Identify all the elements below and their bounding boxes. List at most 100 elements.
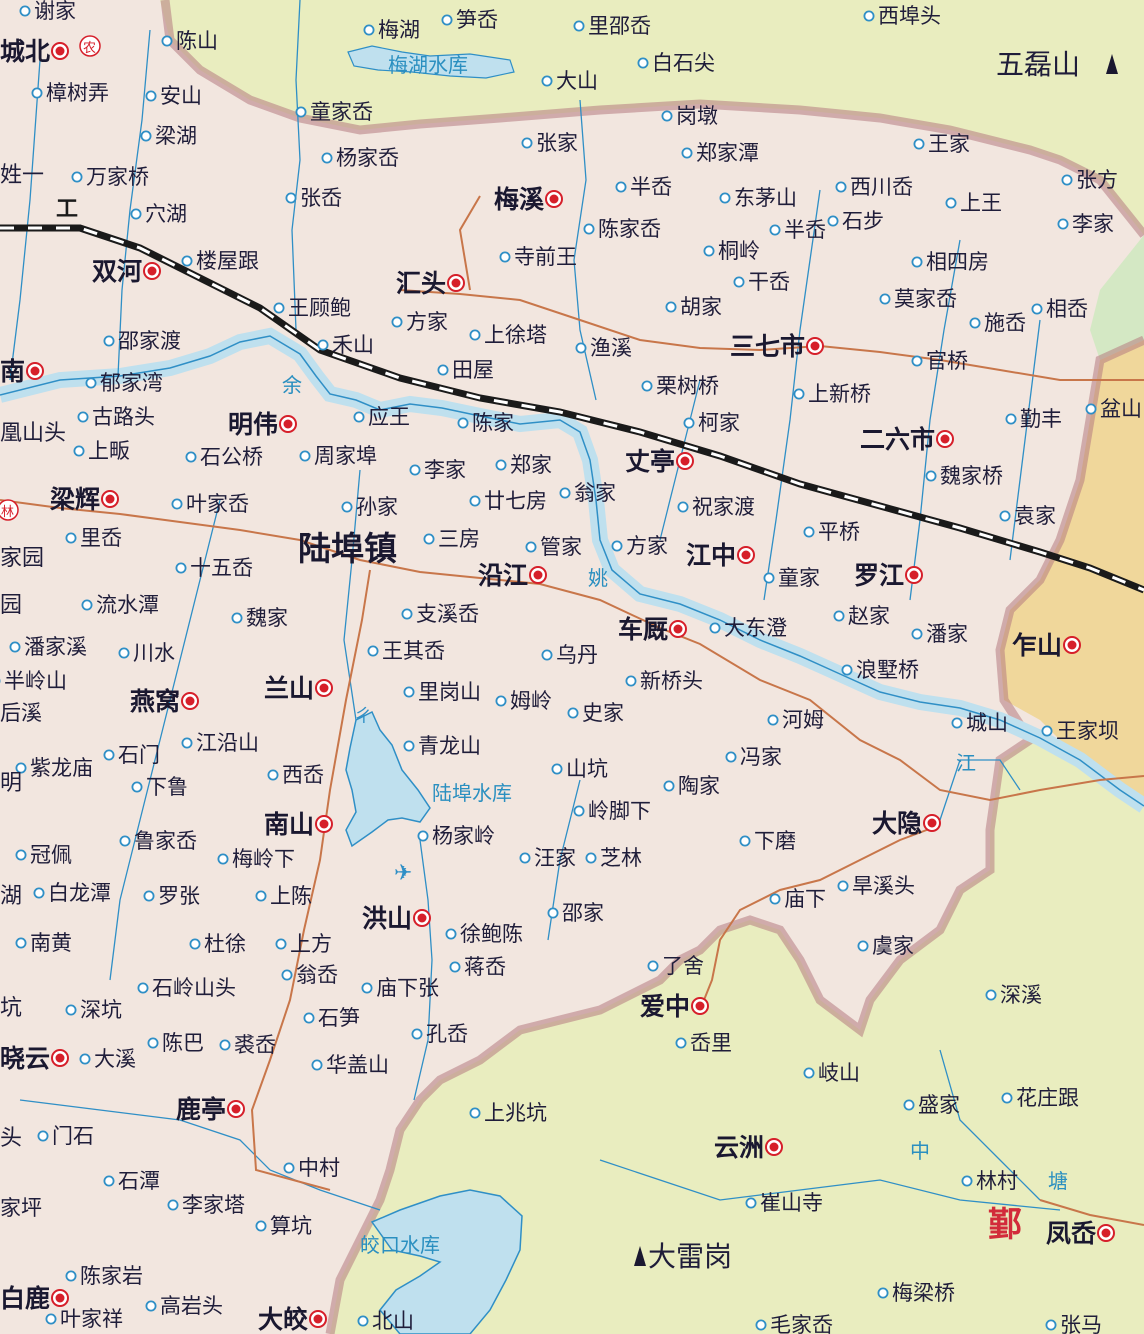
edge-label: 园	[0, 593, 22, 618]
village-label: 邵家	[562, 901, 604, 925]
village-marker	[841, 664, 853, 676]
village-label: 乌丹	[556, 643, 598, 667]
village-marker	[441, 14, 453, 26]
village-label: 上徐塔	[484, 323, 547, 347]
village-37[interactable]: 石岭山头	[137, 976, 236, 1000]
village-marker	[833, 610, 845, 622]
village-label: 十五岙	[190, 556, 253, 580]
village-label: 中村	[298, 1156, 340, 1180]
village-marker	[363, 24, 375, 36]
town-marker-dot	[313, 1314, 323, 1324]
village-label: 姆岭	[510, 689, 552, 713]
village-marker	[755, 1319, 767, 1331]
village-marker	[739, 835, 751, 847]
town-marker-dot	[1101, 1228, 1111, 1238]
village-label: 花庄跟	[1016, 1086, 1079, 1110]
village-marker	[437, 364, 449, 376]
village-label: 虞家	[872, 934, 914, 958]
village-marker	[449, 961, 461, 973]
airport-icon: ✈	[394, 861, 412, 886]
village-marker	[295, 106, 307, 118]
village-48[interactable]: 家坪	[0, 1196, 42, 1220]
village-label: 安山	[160, 84, 202, 108]
village-label: 莫家岙	[894, 287, 957, 311]
village-marker	[951, 717, 963, 729]
town-marker-dot	[30, 366, 40, 376]
village-marker	[143, 890, 155, 902]
village-marker	[145, 1300, 157, 1312]
town-marker-dot	[185, 696, 195, 706]
village-marker	[317, 339, 329, 351]
village-marker	[521, 137, 533, 149]
village-label: 上兆坑	[484, 1101, 547, 1125]
edge-label: 凰山头	[0, 421, 66, 446]
village-marker	[31, 87, 43, 99]
village-marker	[417, 830, 429, 842]
village-label: 史家	[582, 701, 624, 725]
village-marker	[71, 171, 83, 183]
village-marker	[119, 835, 131, 847]
village-label: 上王	[960, 191, 1002, 215]
village-marker	[769, 893, 781, 905]
village-marker	[303, 1012, 315, 1024]
village-marker	[147, 1037, 159, 1049]
village-label: 叶家祥	[60, 1307, 123, 1331]
village-label: 干岙	[748, 270, 790, 294]
village-marker	[961, 1175, 973, 1187]
village-label: 里岙	[80, 526, 122, 550]
village-marker	[495, 695, 507, 707]
village-label: 西川岙	[850, 175, 913, 199]
village-marker	[185, 451, 197, 463]
village-label: 紫龙庙	[30, 756, 93, 780]
village-label: 梅梁桥	[892, 1281, 955, 1305]
village-marker	[118, 647, 130, 659]
village-20[interactable]: 半岭山	[0, 669, 67, 693]
town-marker-dot	[319, 819, 329, 829]
village-label: 勤丰	[1020, 407, 1062, 431]
town-label: 燕窝	[130, 687, 180, 716]
village-label: 陶家	[678, 774, 720, 798]
village-marker	[283, 1162, 295, 1174]
village-marker	[637, 57, 649, 69]
village-label: 渔溪	[590, 336, 632, 360]
village-label: 翁家	[574, 481, 616, 505]
peak-1[interactable]: 大雷岗	[634, 1240, 732, 1273]
town-label: 晓云	[0, 1044, 50, 1073]
town-marker-dot	[549, 194, 559, 204]
village-marker	[803, 526, 815, 538]
peak-label: 五磊山	[996, 48, 1080, 81]
village-marker	[827, 215, 839, 227]
farm-icon: 农	[83, 41, 96, 56]
village-marker	[551, 763, 563, 775]
town-marker-dot	[741, 550, 751, 560]
village-marker	[401, 608, 413, 620]
village-marker	[559, 487, 571, 499]
town-label: 双河	[92, 257, 142, 286]
village-marker	[411, 1028, 423, 1040]
village-label: 岐山	[818, 1061, 860, 1085]
village-label: 石门	[118, 743, 160, 767]
village-marker	[65, 532, 77, 544]
village-marker	[469, 1107, 481, 1119]
village-label: 桐岭	[718, 239, 760, 263]
village-label: 徐鲍陈	[460, 922, 523, 946]
village-label: 高岩头	[160, 1294, 223, 1318]
village-label: 田屋	[452, 358, 494, 382]
village-label: 楼屋跟	[196, 249, 259, 273]
village-marker	[103, 749, 115, 761]
village-label: 门石	[52, 1124, 94, 1148]
town-label: 鹿亭	[176, 1095, 226, 1124]
town-marker-dot	[417, 913, 427, 923]
village-marker	[1005, 413, 1017, 425]
village-label: 大溪	[94, 1047, 136, 1071]
village-label: 半岙	[630, 175, 672, 199]
map-canvas[interactable]: 工 农 林 ㄔ ✈ 谢家陈山樟树弄 安山梁湖万家桥穴湖楼屋跟邵家渡郁家湾古路头上畈…	[0, 0, 1144, 1334]
village-21[interactable]: 后溪	[0, 701, 42, 725]
village-label: 张马	[1060, 1313, 1102, 1334]
village-label: 童家岙	[310, 100, 373, 124]
village-marker	[665, 301, 677, 313]
town-marker-dot	[105, 494, 115, 504]
village-marker	[45, 1313, 57, 1325]
village-label: 里邵岙	[588, 14, 651, 38]
peak-label: 大雷岗	[648, 1240, 732, 1273]
